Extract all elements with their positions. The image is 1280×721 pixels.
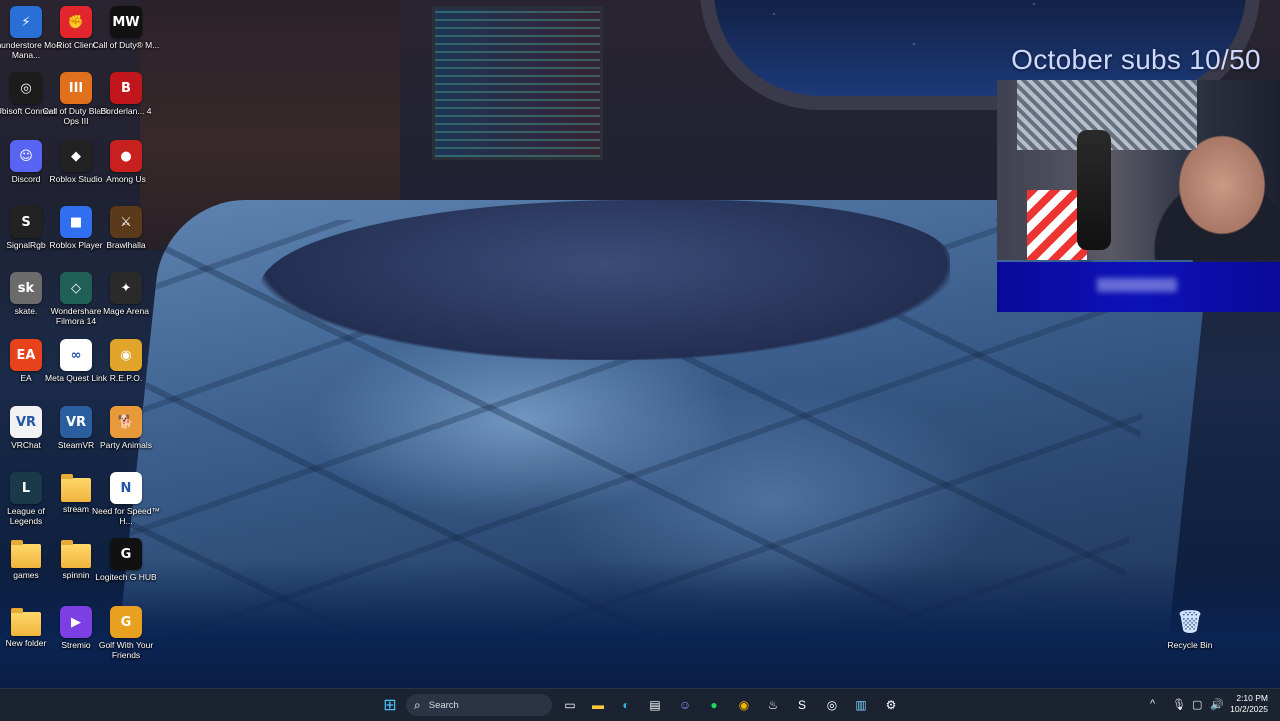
cod-mw-icon: MW [110,6,142,38]
steamvr-icon: VR [60,406,92,438]
steam-icon[interactable]: ♨ [763,695,783,715]
desktop-icon[interactable]: III Call of Duty Black Ops III [42,72,110,126]
signalrgb-taskbar-icon[interactable]: S [792,695,812,715]
meta-icon: ∞ [60,339,92,371]
desktop-icon-label: R.E.P.O. [109,373,143,383]
taskbar: ⊞ ⌕ Search ▭ ▬ ◐ ▤ ☺ ● ◉ ♨ S ◎ ▥ ⚙ ^ 🎙 ▢… [0,688,1280,721]
desktop-icon-label: Logitech G HUB [95,572,157,582]
obs-icon[interactable]: ◎ [822,695,842,715]
desktop-icon[interactable]: ⚡Thunderstore Mod Mana... [0,6,61,60]
desktop-icon[interactable]: ◉ R.E.P.O. [100,339,152,383]
clock-time: 2:10 PM [1236,693,1268,703]
cod-bo3-icon: III [60,72,92,104]
desktop-icon[interactable]: ◇ Wondershare Filmora 14 [50,272,102,326]
roblox-studio-icon: ◆ [60,140,92,172]
stremio-icon: ▶ [60,606,92,638]
thunderstore-icon: ⚡ [10,6,42,38]
notepad-icon[interactable]: ▥ [851,695,871,715]
webcam-feed [997,80,1280,260]
spotify-icon[interactable]: ● [704,695,724,715]
search-icon: ⌕ [414,697,421,712]
desktop-icon-label: Among Us [106,174,146,184]
riot-icon: ✊ [60,6,92,38]
filmora-icon: ◇ [60,272,92,304]
mage-arena-icon: ✦ [110,272,142,304]
search-placeholder: Search [428,699,459,711]
subs-goal-overlay: October subs 10/50 [1011,44,1261,75]
discord-taskbar-icon[interactable]: ☺ [675,695,695,715]
desktop-icon[interactable]: L League of Legends [0,472,52,526]
logitech-icon: G [110,538,142,570]
folder-icon [11,540,41,568]
blurred-text [1097,278,1177,292]
folder-icon [61,540,91,568]
desktop-icon-label: Borderlan... 4 [100,106,152,116]
store-icon[interactable]: ▤ [645,695,665,715]
volume-icon[interactable]: 🔊 [1210,698,1224,711]
desktop-icon[interactable]: MW Call of Duty® M... [93,6,159,50]
settings-icon[interactable]: ⚙ [881,695,901,715]
desktop-icon[interactable]: G Logitech G HUB [95,538,157,582]
ea-icon: EA [10,339,42,371]
golf-icon: G [110,606,142,638]
nfs-icon: N [110,472,142,504]
repo-icon: ◉ [110,339,142,371]
edge-icon[interactable]: ◐ [616,695,636,715]
desktop-icon-label: Mage Arena [103,306,149,316]
desktop-icon-label: Call of Duty® M... [92,40,160,50]
desktop-icon[interactable]: 🐕 Party Animals [100,406,152,450]
discord-icon: ☺ [10,140,42,172]
borderlands-icon: B [110,72,142,104]
ubisoft-icon: ◎ [10,72,42,104]
search-input[interactable]: ⌕ Search [406,694,552,716]
desktop-icon[interactable]: B Borderlan... 4 [100,72,152,116]
roblox-icon: ■ [60,206,92,238]
clock[interactable]: 2:10 PM 10/2/2025 [1230,693,1268,715]
stream-chat-bar [997,262,1280,312]
file-explorer-icon[interactable]: ▬ [588,695,608,715]
party-animals-icon: 🐕 [110,406,142,438]
skate-icon: sk [10,272,42,304]
recycle-bin[interactable]: 🗑 Recycle Bin [1164,606,1216,651]
network-icon[interactable]: ▢ [1192,698,1202,711]
desktop-icon-label: Golf With Your Friends [98,640,154,660]
among-us-icon: ● [110,140,142,172]
desktop-icon[interactable]: G Golf With Your Friends [99,606,153,660]
folder-icon [61,474,91,502]
folder-icon [11,608,41,636]
chevron-up-icon[interactable]: ^ [1150,698,1155,710]
recycle-bin-icon: 🗑 [1176,609,1204,635]
wallpaper-floor [0,560,1280,688]
recycle-bin-label: Recycle Bin [1167,640,1213,650]
vrchat-icon: VR [10,406,42,438]
desktop-icon-label: Brawlhalla [106,240,146,250]
task-view-icon[interactable]: ▭ [560,695,580,715]
brawlhalla-icon: ⚔ [110,206,142,238]
start-icon[interactable]: ⊞ [380,695,400,715]
clock-date: 10/2/2025 [1230,704,1268,714]
wallpaper-monitor-panel [432,6,603,160]
microphone-icon[interactable]: 🎙 [1172,698,1186,711]
league-icon: L [10,472,42,504]
desktop-icon-label: Need for Speed™ H... [91,506,161,526]
desktop-icon-label: Party Animals [100,440,152,450]
signalrgb-icon: S [10,206,42,238]
desktop-icon[interactable]: ● Among Us [100,140,152,184]
desktop-icon[interactable]: ⚔ Brawlhalla [100,206,152,250]
microphone [1077,130,1111,250]
desktop-icon[interactable]: N Need for Speed™ H... [92,472,160,526]
desktop-icon[interactable]: ✦ Mage Arena [100,272,152,316]
chrome-icon[interactable]: ◉ [734,695,754,715]
